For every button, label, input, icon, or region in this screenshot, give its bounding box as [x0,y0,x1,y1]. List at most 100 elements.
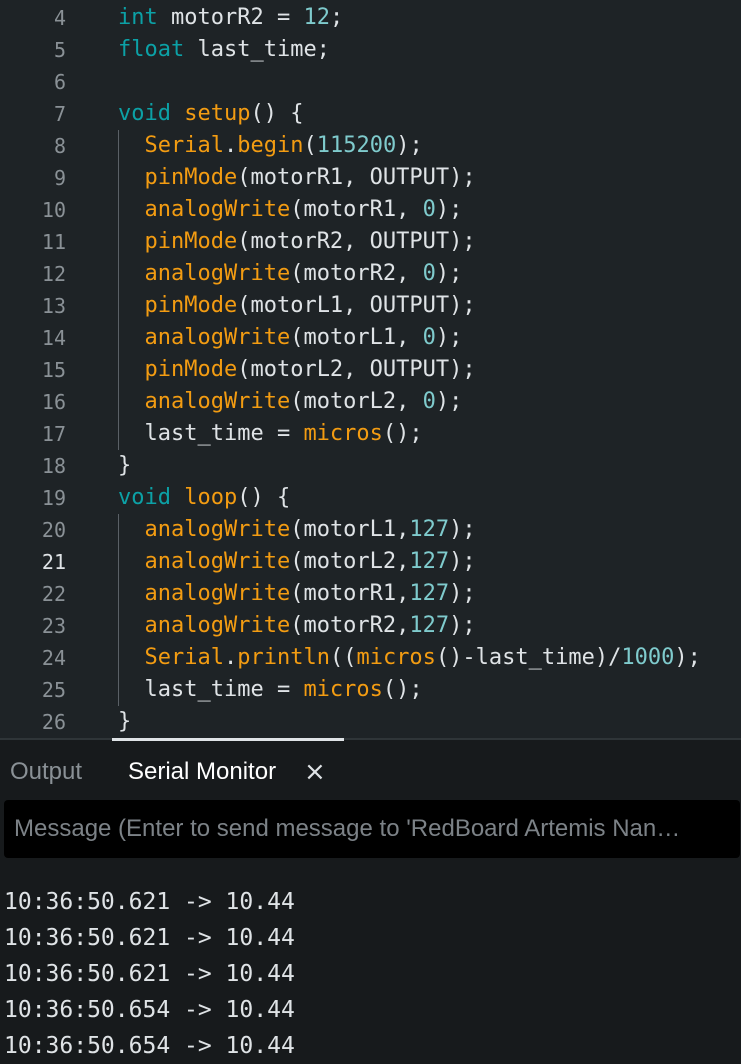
code-line[interactable]: 16 analogWrite(motorL2, 0); [0,386,741,418]
code-text: analogWrite(motorL1,127); [118,514,476,546]
code-token: ); [449,517,476,542]
code-token: (motorR2, OUTPUT); [237,229,476,254]
code-token: () { [250,101,304,126]
code-token: loop [184,485,238,510]
code-text: float last_time; [118,34,330,66]
code-token: 0 [422,261,436,286]
code-token: 0 [422,325,436,350]
code-token: (motorR2, [290,261,423,286]
code-line[interactable]: 4 int motorR2 = 12; [0,2,741,34]
code-token: Serial [144,133,224,158]
line-number: 14 [41,326,66,350]
code-line[interactable]: 9 pinMode(motorR1, OUTPUT); [0,162,741,194]
code-line[interactable]: 5 float last_time; [0,34,741,66]
code-token: ); [449,549,476,574]
tab-output[interactable]: Output [10,750,82,794]
code-text: analogWrite(motorR1,127); [118,578,476,610]
code-token: 0 [422,197,436,222]
code-text: analogWrite(motorR2, 0); [118,258,463,290]
code-text: } [118,450,131,482]
serial-output-line: 10:36:50.621 -> 10.44 [4,961,295,987]
indent-guide [118,514,119,706]
code-text: analogWrite(motorL1, 0); [118,322,463,354]
code-token: (motorL1, [290,325,423,350]
code-token: 127 [409,549,450,574]
code-line[interactable]: 18} [0,450,741,482]
code-token: (motorL2, [290,549,410,574]
code-token: 115200 [316,133,397,158]
code-token: println [237,645,330,670]
code-line[interactable]: 10 analogWrite(motorR1, 0); [0,194,741,226]
code-token: ); [435,197,463,222]
code-line[interactable]: 22 analogWrite(motorR1,127); [0,578,741,610]
code-token: analogWrite [144,517,291,542]
code-token: ); [674,645,701,670]
code-line[interactable]: 6 [0,66,741,98]
line-number: 22 [41,582,66,606]
code-text: analogWrite(motorL2, 0); [118,386,463,418]
code-line[interactable]: 20 analogWrite(motorL1,127); [0,514,741,546]
code-editor[interactable]: 4 int motorR2 = 12; 5 float last_time; 6 7 voi… [0,0,741,738]
code-token: ); [435,389,463,414]
code-token: 12 [303,5,330,30]
code-line[interactable]: 12 analogWrite(motorR2, 0); [0,258,741,290]
code-line[interactable]: 23 analogWrite(motorR2,127); [0,610,741,642]
code-line[interactable]: 21 analogWrite(motorL2,127); [0,546,741,578]
code-line[interactable]: 19 void loop() { [0,482,741,514]
code-token: last_time = [118,421,304,446]
code-text: void setup() { [118,98,303,130]
line-number: 21 [41,550,66,574]
code-token: 127 [409,581,450,606]
code-token: . [223,133,238,158]
code-text: } [118,706,131,738]
serial-output-line: 10:36:50.654 -> 10.44 [4,997,295,1023]
code-token: micros [356,645,436,670]
tab-serial-monitor[interactable]: Serial Monitor [128,750,276,794]
code-token: begin [237,133,304,158]
code-line[interactable]: 25 last_time = micros(); [0,674,741,706]
code-line[interactable]: 26} [0,706,741,738]
code-token: analogWrite [144,261,291,286]
code-line[interactable]: 13 pinMode(motorL1, OUTPUT); [0,290,741,322]
close-icon[interactable]: × [304,750,326,794]
line-number: 23 [41,614,66,638]
line-number: 10 [41,198,66,222]
serial-message-input[interactable] [4,800,740,858]
code-line[interactable]: 8 Serial.begin(115200); [0,130,741,162]
code-text: last_time = micros(); [118,674,422,706]
code-line[interactable]: 15 pinMode(motorL2, OUTPUT); [0,354,741,386]
code-line[interactable]: 17 last_time = micros(); [0,418,741,450]
code-token: () { [237,485,291,510]
code-token: Serial [144,645,224,670]
code-token: ; [329,5,344,30]
code-token: last_time = [118,677,304,702]
code-token: (motorR1, OUTPUT); [237,165,476,190]
code-token: (motorL1, [290,517,410,542]
line-number: 20 [41,518,66,542]
code-token: pinMode [144,165,238,190]
code-token: (motorL2, OUTPUT); [237,357,476,382]
code-token: analogWrite [144,613,291,638]
code-line[interactable]: 14 analogWrite(motorL1, 0); [0,322,741,354]
code-token: (motorR1, [290,581,410,606]
code-line[interactable]: 7 void setup() { [0,98,741,130]
line-number: 7 [53,102,66,126]
code-token: void [118,485,171,510]
code-token: analogWrite [144,389,291,414]
line-number: 15 [41,358,66,382]
line-number: 9 [53,166,66,190]
line-number: 17 [41,422,66,446]
code-line[interactable]: 24 Serial.println((micros()-last_time)/1… [0,642,741,674]
code-text: void loop() { [118,482,290,514]
code-line[interactable]: 11 pinMode(motorR2, OUTPUT); [0,226,741,258]
code-text: pinMode(motorR1, OUTPUT); [118,162,476,194]
